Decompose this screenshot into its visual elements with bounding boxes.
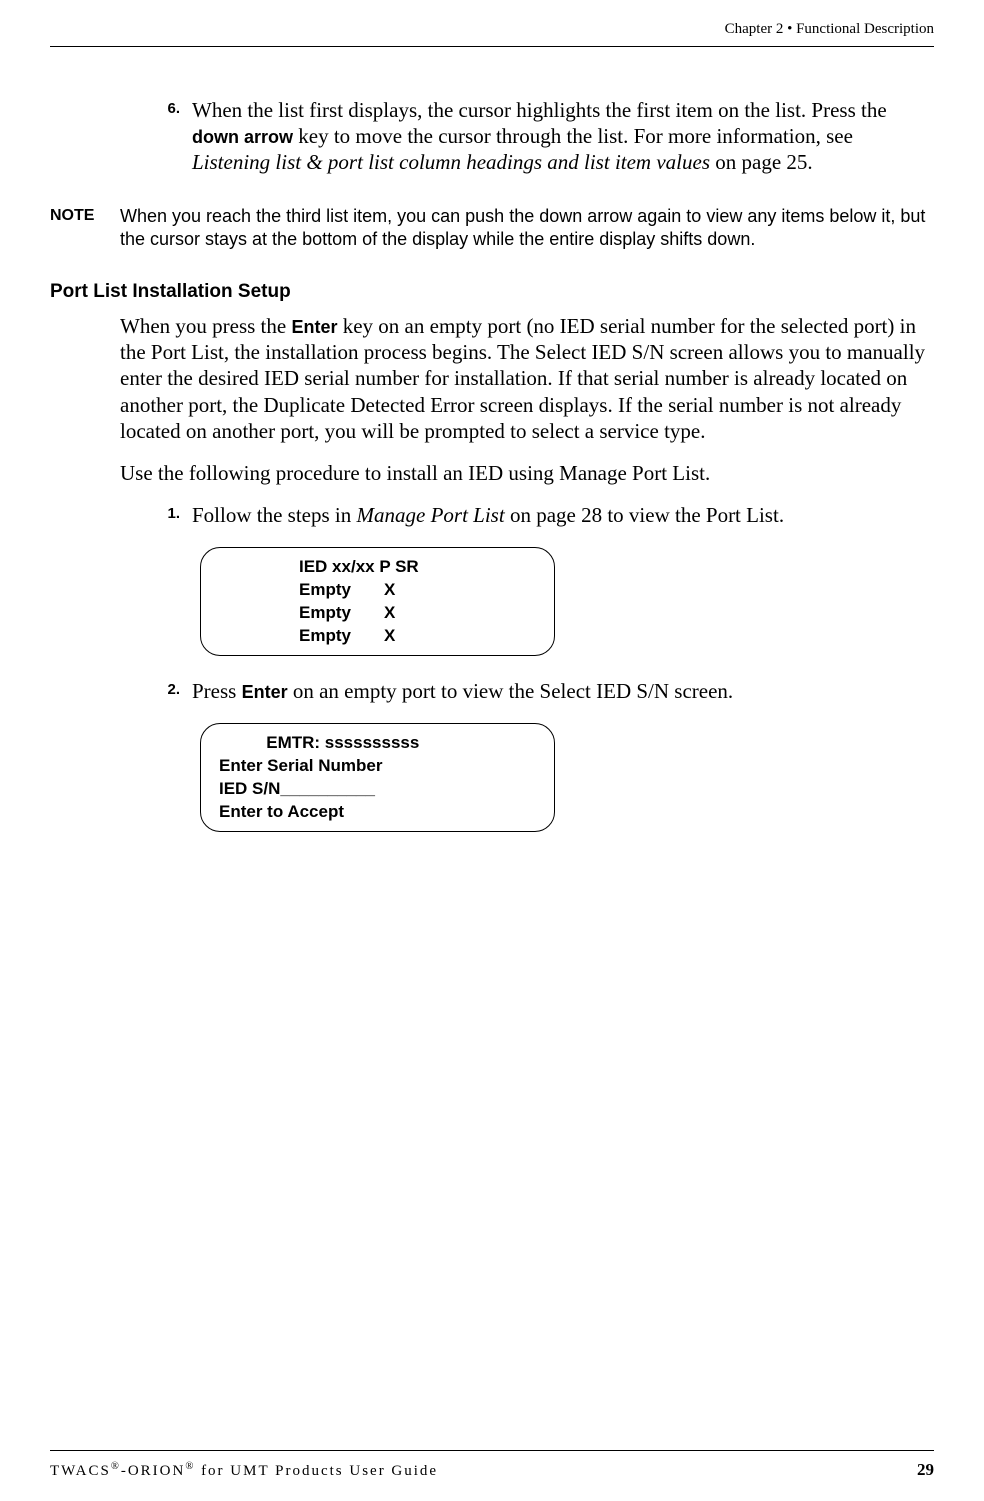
step-6-body: When the list first displays, the cursor… [192,97,934,176]
step2-post: on an empty port to view the Select IED … [288,679,734,703]
screen2-line4: Enter to Accept [219,801,536,824]
step-1-body: Follow the steps in Manage Port List on … [192,502,934,528]
screen-box-2: EMTR: ssssssssss Enter Serial Number IED… [200,723,555,833]
para-1: When you press the Enter key on an empty… [120,313,934,444]
step2-pre: Press [192,679,242,703]
step-2-body: Press Enter on an empty port to view the… [192,678,934,704]
step6-italic-ref: Listening list & port list column headin… [192,150,710,174]
screen1-line4: Empty X [219,625,536,648]
step-6: 6. When the list first displays, the cur… [160,97,934,176]
step1-italic: Manage Port List [357,503,505,527]
chapter-label: Chapter 2 • Functional Description [725,21,934,37]
step6-text-mid1: key to move the cursor through the list.… [293,124,853,148]
para1-bold-enter: Enter [291,317,337,337]
step-2-number: 2. [160,678,192,704]
screen2-line3: IED S/N__________ [219,778,536,801]
screen1-line3: Empty X [219,602,536,625]
step6-text-end: on page 25. [710,150,813,174]
para-2: Use the following procedure to install a… [120,460,934,486]
step-6-number: 6. [160,97,192,176]
step-2: 2. Press Enter on an empty port to view … [160,678,934,704]
screen2-line2: Enter Serial Number [219,755,536,778]
step2-bold-enter: Enter [242,682,288,702]
note-block: NOTE When you reach the third list item,… [50,205,934,250]
footer-left: TWACS®-ORION® for UMT Products User Guid… [50,1460,438,1482]
page-footer: TWACS®-ORION® for UMT Products User Guid… [50,1450,934,1482]
step6-text-pre: When the list first displays, the cursor… [192,98,887,122]
page: Chapter 2 • Functional Description 6. Wh… [0,0,984,1501]
step-1-number: 1. [160,502,192,528]
note-body: When you reach the third list item, you … [120,205,934,250]
para1-pre: When you press the [120,314,291,338]
screen1-line2: Empty X [219,579,536,602]
page-header: Chapter 2 • Functional Description [50,20,934,47]
step-1: 1. Follow the steps in Manage Port List … [160,502,934,528]
screen1-line1: IED xx/xx P SR [219,556,536,579]
step6-bold-downarrow: down arrow [192,127,293,147]
step1-post: on page 28 to view the Port List. [505,503,784,527]
section-heading-port-list: Port List Installation Setup [50,280,934,305]
screen-box-1: IED xx/xx P SR Empty X Empty X Empty X [200,547,555,657]
step1-pre: Follow the steps in [192,503,357,527]
note-label: NOTE [50,205,120,250]
footer-page-number: 29 [917,1459,934,1481]
screen2-line1: EMTR: ssssssssss [219,732,536,755]
